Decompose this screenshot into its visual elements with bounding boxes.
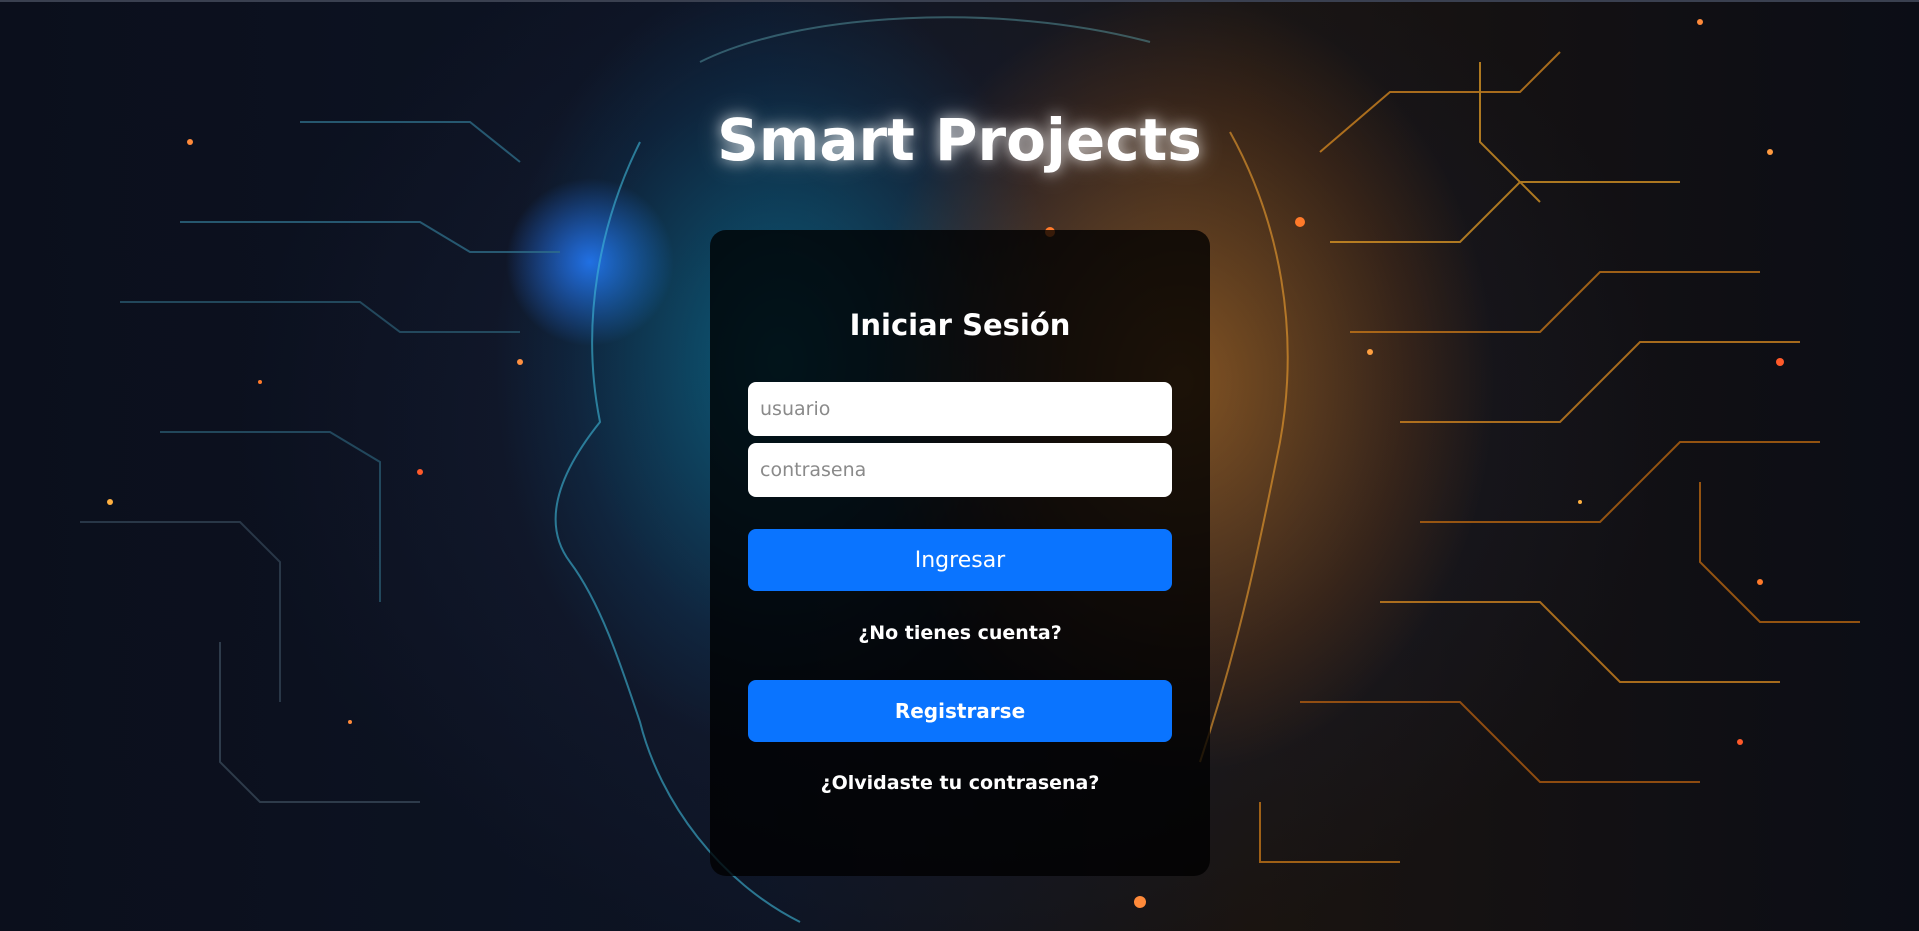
username-input[interactable] — [748, 382, 1172, 436]
login-title: Iniciar Sesión — [849, 308, 1071, 342]
login-card: Iniciar Sesión Ingresar ¿No tienes cuent… — [710, 230, 1210, 876]
no-account-text: ¿No tienes cuenta? — [858, 622, 1062, 644]
brand-title: Smart Projects — [717, 106, 1202, 174]
password-input[interactable] — [748, 443, 1172, 497]
login-page: Smart Projects Iniciar Sesión Ingresar ¿… — [0, 0, 1919, 931]
login-button[interactable]: Ingresar — [748, 529, 1172, 591]
forgot-password-link[interactable]: ¿Olvidaste tu contrasena? — [710, 772, 1210, 794]
register-button[interactable]: Registrarse — [748, 680, 1172, 742]
